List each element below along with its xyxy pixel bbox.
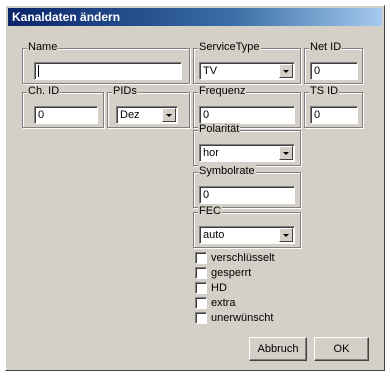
unerwuenscht-checkbox[interactable] <box>195 312 207 324</box>
verschluesselt-label: verschlüsselt <box>211 252 275 264</box>
gesperrt-label: gesperrt <box>211 267 252 279</box>
ch-id-group: Ch. ID 0 <box>22 85 104 128</box>
ts-id-label: TS ID <box>309 85 340 98</box>
ts-id-group: TS ID 0 <box>304 85 363 128</box>
hd-label: HD <box>211 282 227 294</box>
pids-value: Dez <box>120 109 140 121</box>
ts-id-input[interactable]: 0 <box>310 106 358 124</box>
fec-group: FEC auto <box>193 205 301 248</box>
text-caret <box>38 65 39 78</box>
chevron-down-icon[interactable] <box>279 228 293 242</box>
dialog-window: Kanaldaten ändern Name ServiceType TV Ne… <box>5 5 385 371</box>
hd-checkbox[interactable] <box>195 282 207 294</box>
net-id-input[interactable]: 0 <box>310 62 358 80</box>
extra-label: extra <box>211 297 236 309</box>
ch-id-input[interactable]: 0 <box>34 106 98 124</box>
name-label: Name <box>27 41 59 54</box>
ch-id-label: Ch. ID <box>27 85 61 98</box>
service-type-group: ServiceType TV <box>193 41 301 84</box>
pids-label: PIDs <box>112 85 138 98</box>
chevron-down-icon[interactable] <box>162 108 176 122</box>
service-type-value: TV <box>203 65 218 77</box>
pids-select[interactable]: Dez <box>116 106 178 124</box>
chevron-down-icon[interactable] <box>279 64 293 78</box>
chevron-down-icon[interactable] <box>279 146 293 160</box>
polaritaet-value: hor <box>203 147 219 159</box>
net-id-label: Net ID <box>309 41 343 54</box>
name-group: Name <box>22 41 190 84</box>
net-id-group: Net ID 0 <box>304 41 363 84</box>
service-type-label: ServiceType <box>198 41 261 54</box>
symbolrate-group: Symbolrate 0 <box>193 165 301 208</box>
extra-checkbox[interactable] <box>195 297 207 309</box>
polaritaet-select[interactable]: hor <box>199 144 295 162</box>
symbolrate-label: Symbolrate <box>198 165 256 178</box>
gesperrt-checkbox[interactable] <box>195 267 207 279</box>
service-type-select[interactable]: TV <box>199 62 295 80</box>
dialog-title: Kanaldaten ändern <box>8 8 382 26</box>
fec-select[interactable]: auto <box>199 226 295 244</box>
polaritaet-label: Polarität <box>198 123 241 136</box>
frequenz-label: Frequenz <box>198 85 247 98</box>
name-input[interactable] <box>34 62 182 80</box>
fec-label: FEC <box>198 205 222 218</box>
verschluesselt-checkbox[interactable] <box>195 252 207 264</box>
polaritaet-group: Polarität hor <box>193 123 301 166</box>
symbolrate-input[interactable]: 0 <box>199 186 295 204</box>
unerwuenscht-label: unerwünscht <box>211 312 274 324</box>
fec-value: auto <box>203 229 225 241</box>
frequenz-input[interactable]: 0 <box>199 106 295 124</box>
pids-group: PIDs Dez <box>107 85 190 128</box>
ok-button[interactable]: OK <box>314 337 369 361</box>
cancel-button[interactable]: Abbruch <box>249 337 307 361</box>
